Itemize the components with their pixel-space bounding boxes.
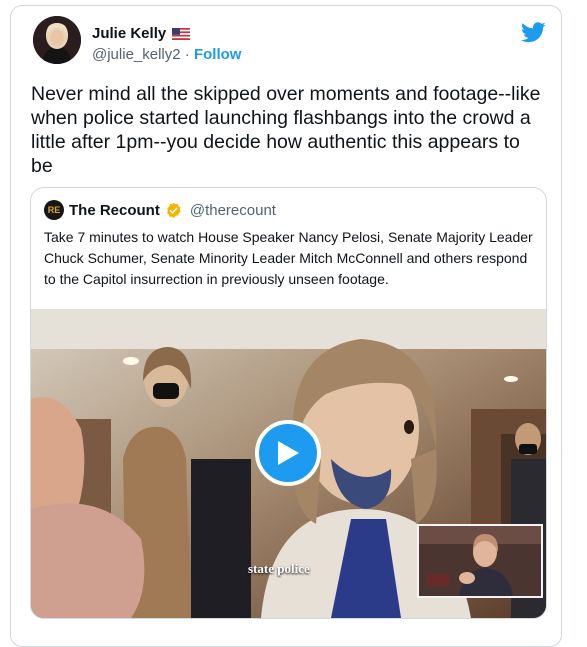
- author-handle[interactable]: @julie_kelly2: [92, 46, 181, 63]
- play-button[interactable]: [255, 420, 321, 486]
- verified-badge-icon: [166, 202, 181, 218]
- play-icon: [278, 441, 299, 465]
- sign-language-interpreter-inset: [417, 524, 543, 598]
- video-player[interactable]: state police: [31, 309, 546, 618]
- tweet-text: Never mind all the skipped over moments …: [31, 83, 541, 177]
- tweet-card[interactable]: Julie Kelly @julie_kelly2 · Follow Never…: [10, 5, 562, 647]
- twitter-bird-icon[interactable]: [521, 22, 546, 43]
- quoted-tweet[interactable]: RE The Recount @therecount Take 7 minute…: [30, 187, 547, 619]
- quoted-author-name: The Recount: [69, 201, 160, 219]
- video-caption: state police: [248, 561, 310, 576]
- author-name[interactable]: Julie Kelly: [92, 25, 166, 42]
- author-avatar[interactable]: [33, 16, 81, 64]
- quoted-author-handle: @therecount: [189, 201, 276, 219]
- us-flag-icon: [172, 27, 191, 40]
- follow-button[interactable]: Follow: [194, 46, 242, 63]
- quoted-tweet-text: Take 7 minutes to watch House Speaker Na…: [44, 229, 533, 287]
- separator-dot: ·: [184, 46, 190, 63]
- recount-logo[interactable]: RE: [44, 200, 64, 220]
